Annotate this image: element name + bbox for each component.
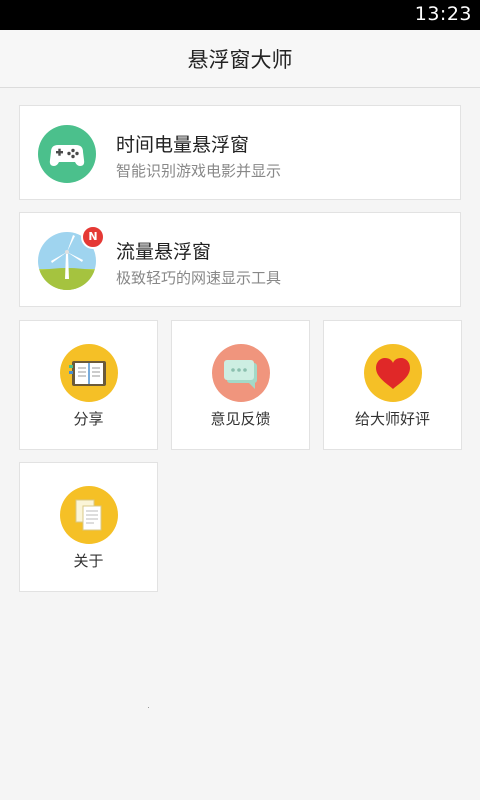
chat-bubble-icon [211, 343, 271, 403]
feedback-tile[interactable]: 意见反馈 [171, 320, 310, 450]
rate-tile[interactable]: 给大师好评 [323, 320, 462, 450]
notebook-icon [59, 343, 119, 403]
tile-label: 关于 [73, 552, 104, 570]
tile-label: 给大师好评 [354, 410, 430, 428]
tile-label: 分享 [73, 410, 104, 428]
feature-card-time-battery[interactable]: 时间电量悬浮窗 智能识别游戏电影并显示 [19, 105, 461, 200]
tile-label: 意见反馈 [210, 410, 271, 428]
windmill-icon: N [37, 225, 105, 291]
page-title: 悬浮窗大师 [187, 47, 293, 72]
feature-card-traffic[interactable]: N 流量悬浮窗 极致轻巧的网速显示工具 [19, 212, 461, 307]
new-badge: N [81, 225, 105, 249]
gamepad-icon [37, 124, 97, 184]
feature-name: 时间电量悬浮窗 [116, 134, 250, 156]
share-tile[interactable]: 分享 [19, 320, 158, 450]
artifact-dot [148, 707, 149, 708]
feature-description: 智能识别游戏电影并显示 [116, 162, 282, 180]
heart-icon [363, 343, 423, 403]
status-time: 13:23 [414, 3, 472, 25]
status-bar: 13:23 [0, 0, 480, 30]
about-tile[interactable]: 关于 [19, 462, 158, 592]
feature-name: 流量悬浮窗 [116, 241, 212, 263]
app-header: 悬浮窗大师 [0, 30, 480, 88]
documents-icon [59, 485, 119, 545]
feature-description: 极致轻巧的网速显示工具 [116, 269, 282, 287]
